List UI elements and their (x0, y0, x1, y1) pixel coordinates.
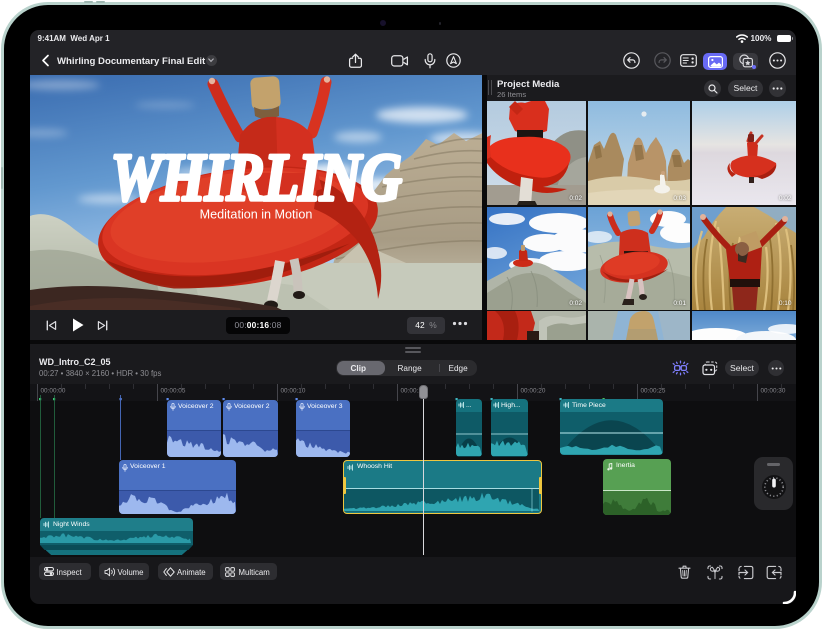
svg-text:00:00:00: 00:00:00 (40, 388, 65, 395)
svg-text:00:00:05: 00:00:05 (160, 388, 185, 395)
svg-text:Meditation in Motion: Meditation in Motion (199, 208, 312, 222)
svg-text:00:00:10: 00:00:10 (280, 388, 305, 395)
svg-text:00:00:20: 00:00:20 (520, 388, 545, 395)
svg-text:00:00:30: 00:00:30 (760, 388, 785, 395)
svg-text:WHIRLING: WHIRLING (110, 140, 401, 215)
svg-text:00:00:25: 00:00:25 (640, 388, 665, 395)
